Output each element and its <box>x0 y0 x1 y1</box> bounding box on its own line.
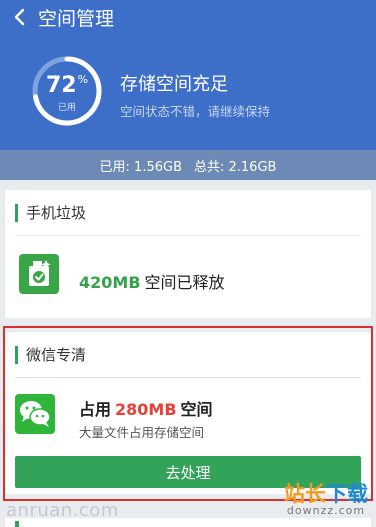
watermark-sub: downzz.com <box>286 504 366 517</box>
watermark-part2: 下载 <box>326 482 368 506</box>
junk-card-header: 手机垃圾 <box>15 190 361 236</box>
section-accent-bar <box>15 203 18 222</box>
freed-label: 空间已释放 <box>144 273 225 292</box>
total-storage: 总共: 2.16GB <box>194 159 277 175</box>
section-accent-bar <box>15 521 19 527</box>
nav-bar: 空间管理 <box>0 0 376 34</box>
usage-label: 已用 <box>57 103 76 113</box>
junk-card: 手机垃圾 420MB 空间已释放 <box>5 190 371 318</box>
storage-stats-bar: 已用: 1.56GB 总共: 2.16GB <box>0 150 376 180</box>
trash-clean-icon <box>19 254 59 294</box>
storage-header: 空间管理 72% 已用 存储空间充足 空间状态不错，请继续保持 <box>0 0 376 150</box>
back-arrow-icon[interactable] <box>12 8 28 26</box>
freed-amount: 420MB <box>79 273 141 292</box>
usage-percent: 72% <box>30 73 104 98</box>
usage-percent-value: 72 <box>45 73 77 98</box>
storage-status-title: 存储空间充足 <box>120 74 228 95</box>
highlight-frame <box>3 326 373 501</box>
used-storage: 已用: 1.56GB <box>99 159 182 175</box>
storage-status-subtitle: 空间状态不错，请继续保持 <box>120 104 271 119</box>
junk-card-title: 手机垃圾 <box>26 204 87 222</box>
freed-space-text: 420MB 空间已释放 <box>79 269 225 293</box>
next-card-peek <box>5 518 371 527</box>
watermark-right: 站长下载 downzz.com <box>284 484 368 517</box>
watermark-part1: 站长 <box>284 482 326 506</box>
percent-symbol: % <box>77 73 89 86</box>
page-title: 空间管理 <box>38 7 115 30</box>
watermark-logo: 站长下载 <box>284 484 368 505</box>
